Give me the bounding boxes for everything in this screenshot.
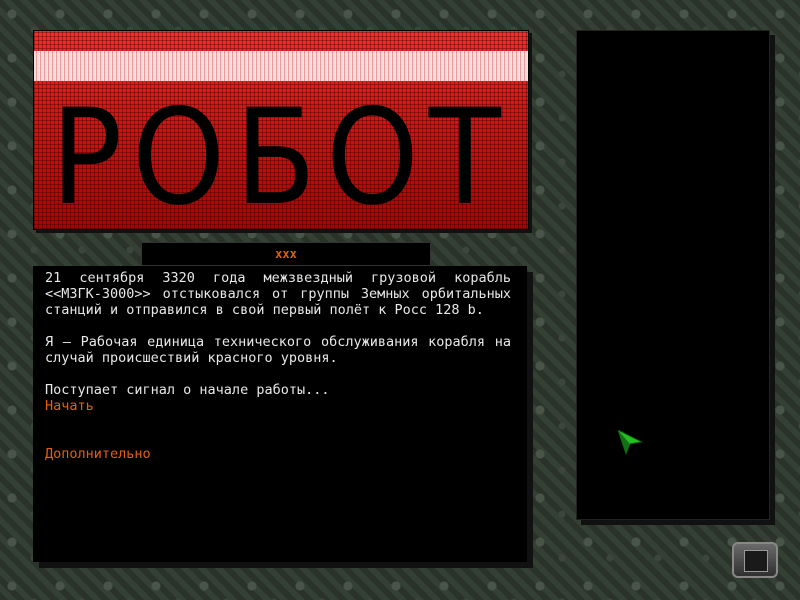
game-title: РОБОТ (51, 79, 511, 230)
extra-link[interactable]: Дополнительно (45, 446, 511, 462)
start-link[interactable]: Начать (45, 398, 511, 414)
menu-box-icon (744, 550, 768, 572)
side-panel (576, 30, 770, 520)
story-panel: 21 сентября 3320 года межзвездный грузов… (33, 266, 527, 562)
title-banner: РОБОТ (33, 30, 529, 230)
story-paragraph: 21 сентября 3320 года межзвездный грузов… (45, 270, 511, 318)
story-tab: xxx (141, 242, 431, 266)
menu-box-button[interactable] (732, 542, 778, 578)
arrow-cursor-icon (618, 430, 644, 456)
story-paragraph: Я — Рабочая единица технического обслужи… (45, 334, 511, 366)
story-paragraph: Поступает сигнал о начале работы... (45, 382, 330, 398)
